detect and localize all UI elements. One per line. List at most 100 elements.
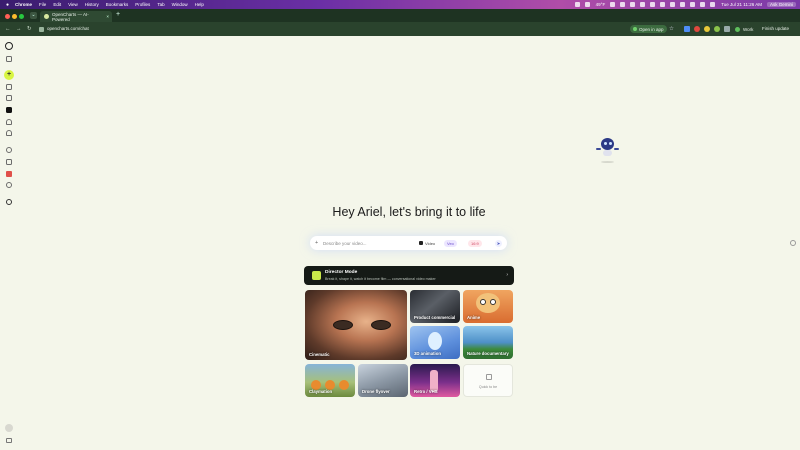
status-app-icon[interactable]	[610, 2, 616, 7]
app-logo-icon[interactable]	[5, 42, 13, 50]
window-minimize-button[interactable]	[12, 14, 17, 19]
menubar-clock[interactable]: Tue Jul 21 11:26 AM	[721, 2, 762, 7]
template-card-retro-vhs[interactable]: Retro / VHS	[410, 364, 460, 397]
address-bar: ← → ↻ opencharts.com/chat Open in app ☆ …	[0, 22, 800, 36]
menu-tab[interactable]: Tab	[157, 2, 164, 7]
menu-bookmarks[interactable]: Bookmarks	[106, 2, 129, 7]
menu-view[interactable]: View	[68, 2, 78, 7]
chevron-right-icon: ›	[506, 272, 508, 278]
card-label: Quick to be	[478, 385, 498, 389]
sidebar-item-history-icon[interactable]	[6, 182, 12, 188]
model-select[interactable]: Veo	[444, 239, 457, 247]
card-image-detail	[480, 299, 486, 305]
tab-search-icon[interactable]: ⌄	[30, 12, 37, 19]
card-label: Product commercial	[414, 315, 456, 320]
status-app-icon[interactable]	[640, 2, 646, 7]
extension-icon[interactable]	[704, 26, 710, 32]
url-field[interactable]: opencharts.com/chat	[47, 26, 89, 31]
mode-select[interactable]: Video	[416, 240, 438, 247]
status-app-icon[interactable]	[584, 2, 590, 7]
menu-help[interactable]: Help	[195, 2, 204, 7]
attach-plus-icon[interactable]: +	[315, 240, 318, 246]
send-button[interactable]: ➤	[495, 239, 502, 247]
template-card-drone-flyover[interactable]: Drone flyover	[358, 364, 408, 397]
macos-menubar: ● Chrome File Edit View History Bookmark…	[0, 0, 800, 9]
director-mode-card[interactable]: Director Mode Break it, shape it, watch …	[304, 266, 514, 285]
template-card-anime[interactable]: Anime	[463, 290, 513, 323]
status-app-icon[interactable]	[680, 2, 686, 7]
status-app-icon[interactable]	[630, 2, 636, 7]
card-label: Claymation	[309, 389, 333, 394]
weather-status[interactable]: 49°F	[596, 2, 606, 7]
template-card-3d-animation[interactable]: 3D animation	[410, 326, 460, 359]
tab-opencharts[interactable]: OpenCharts — AI-Powered ×	[40, 11, 112, 22]
status-app-icon[interactable]	[620, 2, 626, 7]
profile-button[interactable]: Work	[735, 25, 753, 33]
wifi-icon[interactable]	[690, 2, 696, 7]
tab-close-icon[interactable]: ×	[106, 14, 109, 19]
menu-history[interactable]: History	[85, 2, 99, 7]
sidebar-item-app-icon[interactable]	[6, 107, 12, 113]
finish-update-button[interactable]: Finish update	[762, 26, 789, 31]
status-app-icon[interactable]	[574, 2, 580, 7]
user-avatar[interactable]	[5, 424, 13, 432]
menu-edit[interactable]: Edit	[53, 2, 61, 7]
menubar-status-area: 49°F Tue Jul 21 11:26 AM Ask Gemini	[570, 0, 796, 9]
profile-avatar-icon	[735, 26, 740, 32]
forward-arrow-icon[interactable]: →	[16, 26, 22, 32]
menu-profiles[interactable]: Profiles	[135, 2, 150, 7]
sidebar-item-projects-icon[interactable]	[6, 95, 12, 101]
sidebar-item-rocket-icon[interactable]	[6, 119, 12, 125]
sidebar-item-gallery-icon[interactable]	[6, 84, 12, 90]
open-in-app-button[interactable]: Open in app	[630, 25, 667, 33]
card-label: Anime	[467, 315, 481, 320]
sidebar-item-launch-icon[interactable]	[6, 130, 12, 136]
search-icon[interactable]	[6, 147, 12, 153]
template-card-nature-documentary[interactable]: Nature documentary	[463, 326, 513, 359]
status-app-icon[interactable]	[670, 2, 676, 7]
ask-gemini-button[interactable]: Ask Gemini	[766, 2, 796, 7]
reload-icon[interactable]: ↻	[27, 26, 32, 32]
sidebar-item-chat-icon[interactable]	[6, 159, 12, 165]
aspect-ratio-label: 16:9	[471, 240, 479, 246]
help-icon[interactable]	[790, 240, 796, 246]
card-image-detail	[371, 320, 391, 330]
control-center-icon[interactable]	[710, 2, 716, 7]
status-app-icon[interactable]	[660, 2, 666, 7]
extension-icon[interactable]	[694, 26, 700, 32]
new-tab-button[interactable]: +	[116, 11, 120, 18]
robot-shadow	[601, 161, 614, 163]
menu-chrome[interactable]: Chrome	[15, 2, 32, 7]
extension-icon[interactable]	[684, 26, 690, 32]
site-info-icon[interactable]	[39, 26, 44, 32]
prompt-input-bar[interactable]: + Describe your video... Video Veo 16:9 …	[310, 236, 507, 250]
window-zoom-button[interactable]	[19, 14, 24, 19]
robot-arm	[596, 148, 601, 150]
extension-icon[interactable]	[714, 26, 720, 32]
sidebar-item-tag-icon[interactable]	[6, 171, 12, 177]
new-chat-button[interactable]: +	[4, 70, 14, 80]
robot-mascot-icon	[596, 136, 620, 164]
battery-icon[interactable]	[700, 2, 706, 7]
status-app-icon[interactable]	[650, 2, 656, 7]
sidebar-toggle-icon[interactable]	[6, 56, 12, 62]
menu-file[interactable]: File	[39, 2, 46, 7]
sidebar-collapse-icon[interactable]	[6, 438, 12, 443]
prompt-input[interactable]: Describe your video...	[323, 241, 367, 246]
extensions-puzzle-icon[interactable]	[724, 26, 730, 32]
robot-eye	[609, 142, 612, 145]
window-close-button[interactable]	[5, 14, 10, 19]
app-sidebar: +	[0, 36, 18, 450]
card-image-detail	[428, 332, 442, 350]
apple-icon[interactable]: ●	[6, 2, 9, 8]
bookmark-star-icon[interactable]: ☆	[669, 26, 675, 32]
template-card-product-commercial[interactable]: Product commercial	[410, 290, 460, 323]
tab-title: OpenCharts — AI-Powered	[51, 11, 89, 22]
template-card-more[interactable]: Quick to be	[463, 364, 513, 397]
template-card-cinematic[interactable]: Cinematic	[305, 290, 407, 360]
back-arrow-icon[interactable]: ←	[5, 26, 11, 32]
template-card-claymation[interactable]: Claymation	[305, 364, 355, 397]
menu-window[interactable]: Window	[172, 2, 188, 7]
aspect-ratio-select[interactable]: 16:9	[468, 239, 482, 247]
director-mode-title: Director Mode	[325, 270, 358, 275]
